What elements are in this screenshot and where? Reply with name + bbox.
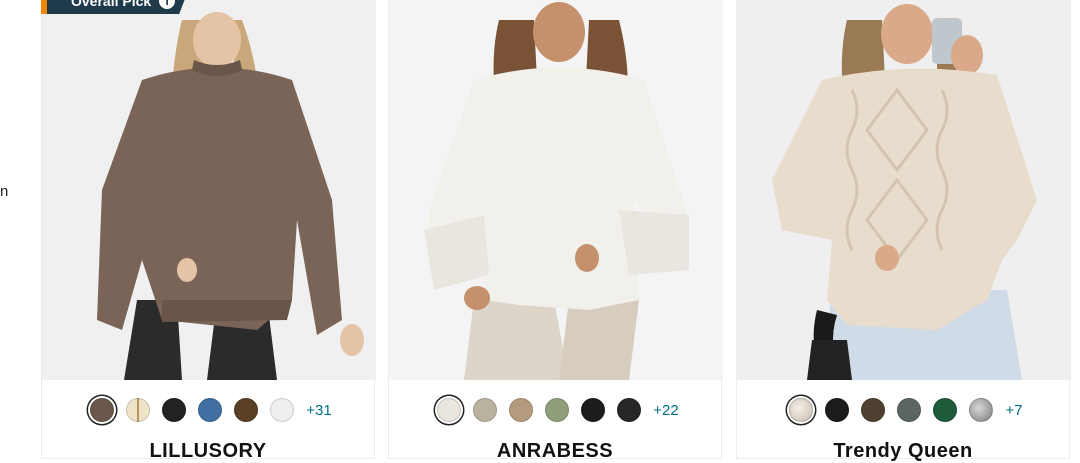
product-image[interactable]	[737, 0, 1071, 380]
brand-name[interactable]: Trendy Queen	[737, 440, 1069, 463]
color-swatch[interactable]	[198, 398, 223, 422]
more-colors-link[interactable]: +31	[306, 402, 331, 419]
color-swatches: +22	[389, 398, 721, 422]
more-colors-link[interactable]: +7	[1005, 402, 1022, 419]
color-swatch[interactable]	[162, 398, 187, 422]
sweater-brown-illustration	[42, 0, 376, 380]
sweater-white-illustration	[389, 0, 723, 380]
color-swatch[interactable]	[90, 398, 115, 422]
color-swatches: +7	[737, 398, 1069, 422]
sweater-beige-cable-illustration	[737, 0, 1071, 380]
color-swatch[interactable]	[617, 398, 642, 422]
brand-name[interactable]: ANRABESS	[389, 440, 721, 463]
overall-pick-badge: Overall Pick i	[41, 0, 189, 14]
product-card-1[interactable]: +31 LILLUSORY	[41, 0, 376, 462]
color-swatch[interactable]	[126, 398, 151, 422]
badge-label: Overall Pick	[71, 0, 152, 9]
color-swatch[interactable]	[897, 398, 922, 422]
brand-name[interactable]: LILLUSORY	[42, 440, 374, 463]
more-colors-link[interactable]: +22	[653, 402, 678, 419]
color-swatch[interactable]	[270, 398, 295, 422]
product-image[interactable]	[42, 0, 376, 380]
color-swatch[interactable]	[437, 398, 462, 422]
color-swatch[interactable]	[969, 398, 994, 422]
color-swatch[interactable]	[509, 398, 534, 422]
color-swatch[interactable]	[545, 398, 570, 422]
color-swatch[interactable]	[234, 398, 259, 422]
color-swatch[interactable]	[581, 398, 606, 422]
truncated-text-fragment: n	[0, 183, 9, 200]
color-swatch[interactable]	[825, 398, 850, 422]
color-swatch[interactable]	[473, 398, 498, 422]
color-swatch[interactable]	[933, 398, 958, 422]
product-card-3[interactable]: +7 Trendy Queen	[736, 0, 1071, 462]
info-icon[interactable]: i	[159, 0, 175, 9]
product-card-2[interactable]: +22 ANRABESS	[388, 0, 723, 462]
color-swatch[interactable]	[861, 398, 886, 422]
color-swatches: +31	[42, 398, 374, 422]
color-swatch[interactable]	[789, 398, 814, 422]
product-image[interactable]	[389, 0, 723, 380]
